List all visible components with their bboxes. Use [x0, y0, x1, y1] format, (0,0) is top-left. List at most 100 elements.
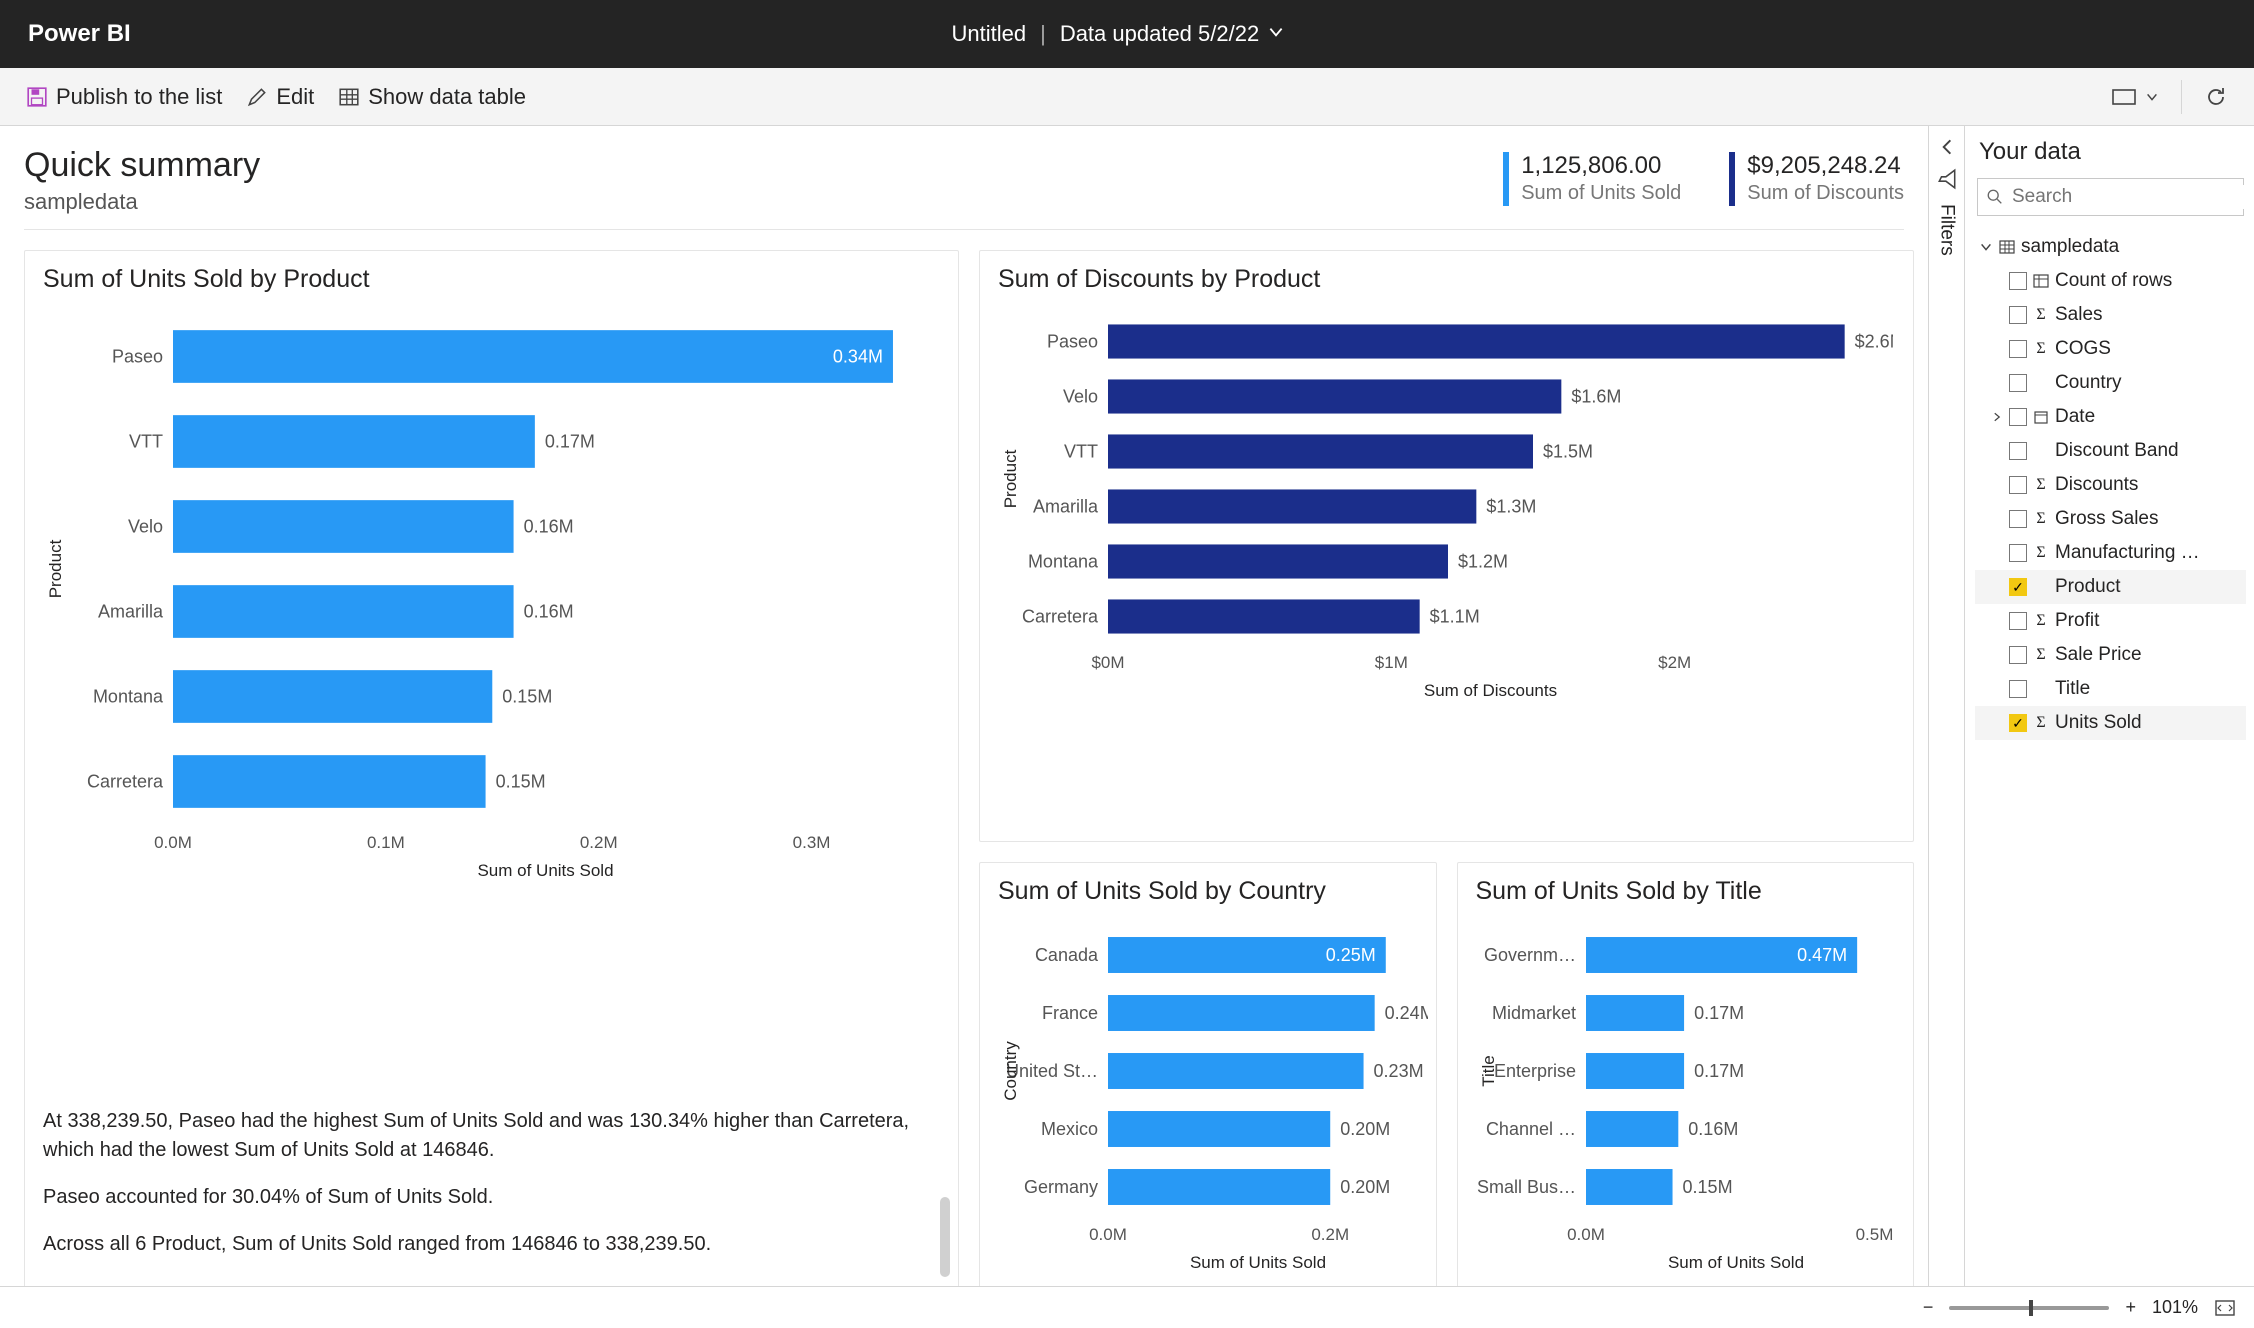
- svg-text:0.15M: 0.15M: [502, 687, 552, 707]
- tile-units-by-title[interactable]: Sum of Units Sold by Title Governm…0.47M…: [1457, 862, 1915, 1286]
- checkbox[interactable]: [2009, 680, 2027, 698]
- doc-updated: Data updated 5/2/22: [1060, 21, 1259, 47]
- field-country[interactable]: Country: [1975, 366, 2246, 400]
- svg-text:Canada: Canada: [1035, 945, 1099, 965]
- chevron-down-icon[interactable]: [1267, 21, 1285, 47]
- field-label: Gross Sales: [2055, 508, 2158, 530]
- zoom-value: 101%: [2152, 1297, 2198, 1318]
- field-label: Discounts: [2055, 474, 2138, 496]
- search-input[interactable]: [2010, 185, 2254, 209]
- refresh-icon: [2204, 85, 2228, 109]
- svg-text:$2.6M: $2.6M: [1855, 332, 1893, 352]
- field-discount-band[interactable]: Discount Band: [1975, 434, 2246, 468]
- checkbox[interactable]: [2009, 510, 2027, 528]
- field-cogs[interactable]: ΣCOGS: [1975, 332, 2246, 366]
- table-name: sampledata: [2021, 236, 2119, 258]
- doc-title-group[interactable]: Untitled | Data updated 5/2/22: [131, 21, 2106, 47]
- svg-text:Product: Product: [46, 539, 65, 598]
- page-subtitle: sampledata: [24, 189, 1503, 215]
- narrative-block: At 338,239.50, Paseo had the highest Sum…: [43, 1107, 940, 1277]
- checkbox[interactable]: [2009, 306, 2027, 324]
- narrative-line: Across all 6 Product, Sum of Units Sold …: [43, 1230, 910, 1259]
- svg-text:0.20M: 0.20M: [1340, 1119, 1390, 1139]
- svg-text:0.2M: 0.2M: [580, 833, 618, 852]
- pencil-icon: [246, 86, 268, 108]
- table-icon: [2033, 273, 2049, 289]
- svg-text:0.16M: 0.16M: [524, 602, 574, 622]
- show-data-table-button[interactable]: Show data table: [326, 76, 538, 118]
- kpi-group: 1,125,806.00 Sum of Units Sold $9,205,24…: [1503, 146, 1904, 206]
- svg-text:$1.5M: $1.5M: [1543, 442, 1593, 462]
- save-icon: [26, 86, 48, 108]
- search-box[interactable]: [1977, 178, 2244, 216]
- svg-text:Amarilla: Amarilla: [98, 602, 164, 622]
- field-count-of-rows[interactable]: Count of rows: [1975, 264, 2246, 298]
- field-sales[interactable]: ΣSales: [1975, 298, 2246, 332]
- field-date[interactable]: Date: [1975, 400, 2246, 434]
- refresh-button[interactable]: [2192, 77, 2240, 117]
- zoom-slider[interactable]: [1949, 1306, 2109, 1310]
- filter-icon[interactable]: [1936, 168, 1958, 190]
- checkbox[interactable]: [2009, 612, 2027, 630]
- field-discounts[interactable]: ΣDiscounts: [1975, 468, 2246, 502]
- status-bar: − + 101%: [0, 1286, 2254, 1328]
- field-gross-sales[interactable]: ΣGross Sales: [1975, 502, 2246, 536]
- field-profit[interactable]: ΣProfit: [1975, 604, 2246, 638]
- page-title: Quick summary: [24, 146, 1503, 185]
- field-label: Product: [2055, 576, 2120, 598]
- svg-text:0.34M: 0.34M: [833, 347, 883, 367]
- scrollbar[interactable]: [940, 1197, 950, 1277]
- tile-title: Sum of Discounts by Product: [998, 265, 1895, 294]
- table-node[interactable]: sampledata: [1975, 230, 2246, 264]
- svg-text:Amarilla: Amarilla: [1033, 497, 1099, 517]
- fit-to-page-icon[interactable]: [2214, 1299, 2236, 1317]
- checkbox[interactable]: [2009, 408, 2027, 426]
- field-product[interactable]: Product: [1975, 570, 2246, 604]
- zoom-out-button[interactable]: −: [1923, 1297, 1934, 1318]
- kpi-label: Sum of Units Sold: [1521, 182, 1681, 205]
- tile-units-by-country[interactable]: Sum of Units Sold by Country Canada0.25M…: [979, 862, 1437, 1286]
- kpi-value: $9,205,248.24: [1747, 152, 1904, 180]
- svg-text:0.16M: 0.16M: [1688, 1119, 1738, 1139]
- sigma-icon: Σ: [2033, 646, 2049, 664]
- kpi-units-sold[interactable]: 1,125,806.00 Sum of Units Sold: [1503, 152, 1681, 206]
- checkbox[interactable]: [2009, 476, 2027, 494]
- svg-text:0.23M: 0.23M: [1374, 1061, 1424, 1081]
- sigma-icon: Σ: [2033, 714, 2049, 732]
- checkbox[interactable]: [2009, 272, 2027, 290]
- tile-units-by-product[interactable]: Sum of Units Sold by Product Paseo0.34MV…: [24, 250, 959, 1286]
- field-sale-price[interactable]: ΣSale Price: [1975, 638, 2246, 672]
- svg-text:$1.3M: $1.3M: [1486, 497, 1536, 517]
- checkbox[interactable]: [2009, 340, 2027, 358]
- data-pane: Your data sampledata Count of rowsΣSales…: [1964, 126, 2254, 1286]
- filters-label[interactable]: Filters: [1936, 204, 1958, 256]
- chevron-down-icon: [2145, 90, 2159, 104]
- search-icon: [1986, 188, 2004, 206]
- checkbox[interactable]: [2009, 544, 2027, 562]
- field-units-sold[interactable]: ΣUnits Sold: [1975, 706, 2246, 740]
- edit-button[interactable]: Edit: [234, 76, 326, 118]
- kpi-accent-bar: [1503, 152, 1509, 206]
- kpi-accent-bar: [1729, 152, 1735, 206]
- svg-text:Governm…: Governm…: [1483, 945, 1575, 965]
- field-label: Manufacturing …: [2055, 542, 2200, 564]
- publish-button[interactable]: Publish to the list: [14, 76, 234, 118]
- field-manufacturing-[interactable]: ΣManufacturing …: [1975, 536, 2246, 570]
- checkbox[interactable]: [2009, 578, 2027, 596]
- tile-title: Sum of Units Sold by Product: [43, 265, 940, 294]
- checkbox[interactable]: [2009, 442, 2027, 460]
- tile-discounts-by-product[interactable]: Sum of Discounts by Product Paseo$2.6MVe…: [979, 250, 1914, 842]
- kpi-discounts[interactable]: $9,205,248.24 Sum of Discounts: [1729, 152, 1904, 206]
- collapse-right-icon[interactable]: [1936, 136, 1958, 158]
- checkbox[interactable]: [2009, 714, 2027, 732]
- svg-text:0.0M: 0.0M: [1089, 1225, 1127, 1244]
- narrative-line: Paseo accounted for 30.04% of Sum of Uni…: [43, 1183, 910, 1212]
- checkbox[interactable]: [2009, 646, 2027, 664]
- kpi-label: Sum of Discounts: [1747, 182, 1904, 205]
- checkbox[interactable]: [2009, 374, 2027, 392]
- layout-dropdown[interactable]: [2099, 79, 2171, 115]
- workspace: Quick summary sampledata 1,125,806.00 Su…: [0, 126, 2254, 1286]
- field-title[interactable]: Title: [1975, 672, 2246, 706]
- toolbar: Publish to the list Edit Show data table: [0, 68, 2254, 126]
- zoom-in-button[interactable]: +: [2125, 1297, 2136, 1318]
